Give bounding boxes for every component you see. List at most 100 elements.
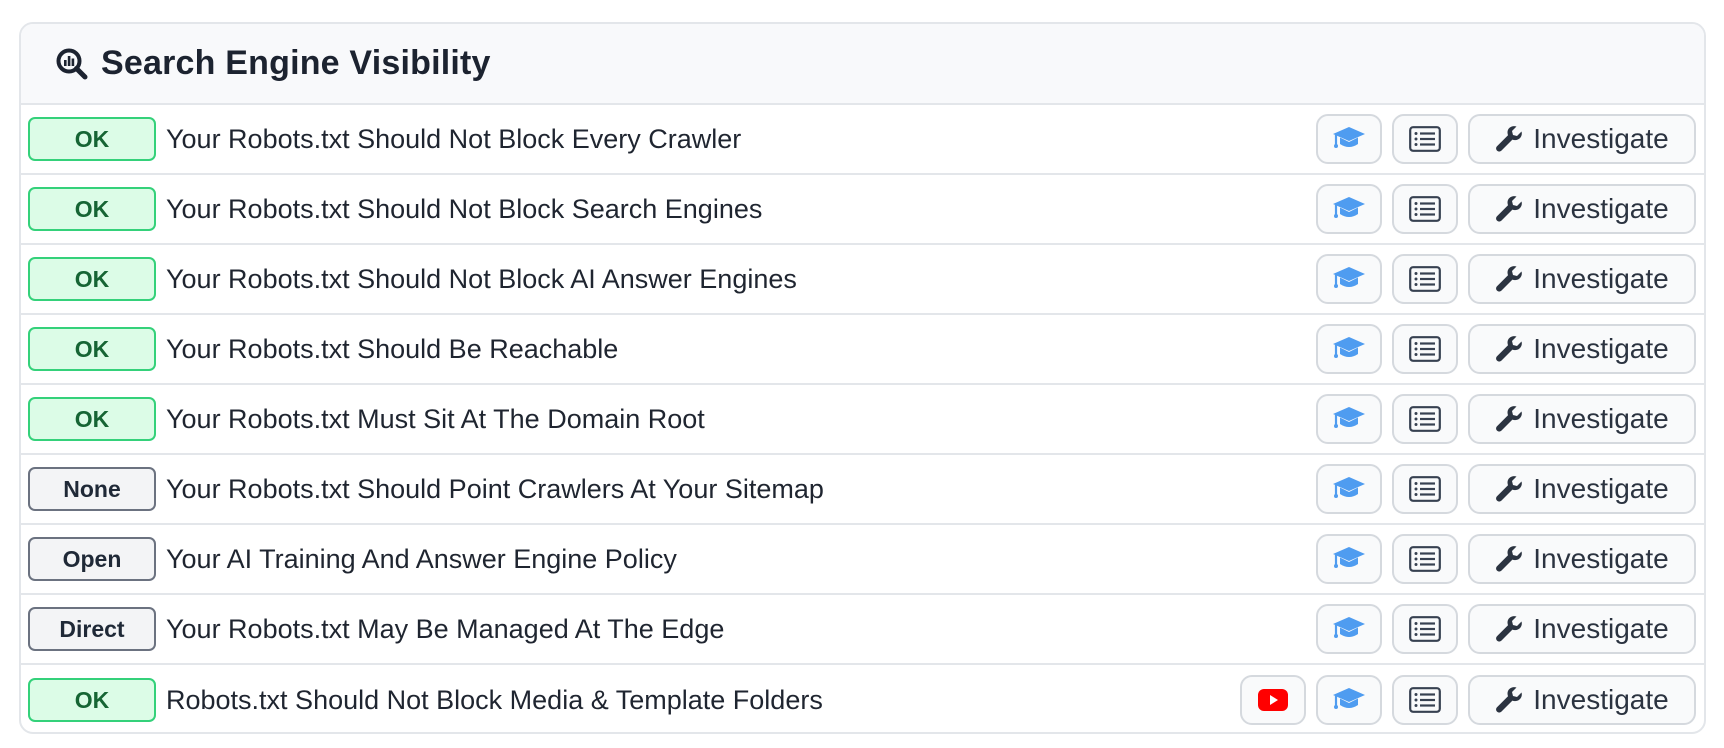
learn-button[interactable] [1316, 464, 1382, 514]
check-row: OK Robots.txt Should Not Block Media & T… [21, 665, 1704, 732]
graduation-cap-icon [1333, 477, 1365, 498]
learn-button[interactable] [1316, 675, 1382, 725]
investigate-label: Investigate [1533, 123, 1669, 154]
wrench-icon [1496, 336, 1523, 362]
details-button[interactable] [1392, 534, 1458, 584]
search-engine-visibility-panel: Search Engine Visibility OK Your Robots.… [19, 22, 1706, 734]
investigate-button[interactable]: Investigate [1468, 114, 1696, 164]
check-row: OK Your Robots.txt Should Not Block Sear… [21, 175, 1704, 245]
investigate-label: Investigate [1533, 543, 1669, 574]
graduation-cap-icon [1333, 688, 1365, 709]
wrench-icon [1496, 196, 1523, 222]
investigate-label: Investigate [1533, 403, 1669, 434]
check-label: Robots.txt Should Not Block Media & Temp… [166, 684, 823, 715]
check-row: OK Your Robots.txt Must Sit At The Domai… [21, 385, 1704, 455]
wrench-icon [1496, 476, 1523, 502]
check-label: Your Robots.txt May Be Managed At The Ed… [166, 613, 725, 644]
details-button[interactable] [1392, 675, 1458, 725]
row-actions: Investigate [1316, 525, 1696, 593]
investigate-label: Investigate [1533, 684, 1669, 715]
status-badge: Open [28, 537, 156, 581]
check-label: Your Robots.txt Should Be Reachable [166, 333, 619, 364]
row-actions: Investigate [1240, 665, 1696, 732]
status-badge: OK [28, 327, 156, 371]
graduation-cap-icon [1333, 337, 1365, 358]
learn-button[interactable] [1316, 254, 1382, 304]
check-row: Direct Your Robots.txt May Be Managed At… [21, 595, 1704, 665]
graduation-cap-icon [1333, 617, 1365, 638]
youtube-icon [1258, 689, 1288, 711]
wrench-icon [1496, 406, 1523, 432]
wrench-icon [1496, 266, 1523, 292]
check-label: Your Robots.txt Should Not Block Every C… [166, 123, 742, 154]
investigate-button[interactable]: Investigate [1468, 534, 1696, 584]
graduation-cap-icon [1333, 127, 1365, 148]
investigate-button[interactable]: Investigate [1468, 675, 1696, 725]
status-badge: Direct [28, 607, 156, 651]
status-badge: OK [28, 397, 156, 441]
details-button[interactable] [1392, 254, 1458, 304]
investigate-button[interactable]: Investigate [1468, 604, 1696, 654]
check-label: Your AI Training And Answer Engine Polic… [166, 543, 677, 574]
details-button[interactable] [1392, 184, 1458, 234]
graduation-cap-icon [1333, 197, 1365, 218]
learn-button[interactable] [1316, 114, 1382, 164]
investigate-button[interactable]: Investigate [1468, 394, 1696, 444]
investigate-button[interactable]: Investigate [1468, 324, 1696, 374]
row-actions: Investigate [1316, 455, 1696, 523]
list-icon [1409, 196, 1441, 222]
list-icon [1409, 336, 1441, 362]
check-label: Your Robots.txt Should Not Block AI Answ… [166, 263, 797, 294]
details-button[interactable] [1392, 114, 1458, 164]
status-badge: OK [28, 187, 156, 231]
status-badge: OK [28, 117, 156, 161]
investigate-button[interactable]: Investigate [1468, 254, 1696, 304]
investigate-label: Investigate [1533, 333, 1669, 364]
panel-title: Search Engine Visibility [101, 44, 491, 82]
row-actions: Investigate [1316, 245, 1696, 313]
details-button[interactable] [1392, 604, 1458, 654]
list-icon [1409, 476, 1441, 502]
check-label: Your Robots.txt Should Not Block Search … [166, 193, 763, 224]
investigate-button[interactable]: Investigate [1468, 184, 1696, 234]
investigate-button[interactable]: Investigate [1468, 464, 1696, 514]
list-icon [1409, 616, 1441, 642]
row-actions: Investigate [1316, 385, 1696, 453]
list-icon [1409, 546, 1441, 572]
status-badge: OK [28, 257, 156, 301]
list-icon [1409, 687, 1441, 713]
details-button[interactable] [1392, 394, 1458, 444]
learn-button[interactable] [1316, 394, 1382, 444]
check-row: None Your Robots.txt Should Point Crawle… [21, 455, 1704, 525]
check-row: OK Your Robots.txt Should Not Block Ever… [21, 105, 1704, 175]
checks-list: OK Your Robots.txt Should Not Block Ever… [21, 105, 1704, 732]
search-analytics-icon [55, 47, 89, 81]
graduation-cap-icon [1333, 547, 1365, 568]
details-button[interactable] [1392, 324, 1458, 374]
list-icon [1409, 266, 1441, 292]
list-icon [1409, 406, 1441, 432]
row-actions: Investigate [1316, 175, 1696, 243]
check-label: Your Robots.txt Must Sit At The Domain R… [166, 403, 705, 434]
status-badge: None [28, 467, 156, 511]
check-row: Open Your AI Training And Answer Engine … [21, 525, 1704, 595]
graduation-cap-icon [1333, 407, 1365, 428]
watch-video-button[interactable] [1240, 675, 1306, 725]
learn-button[interactable] [1316, 604, 1382, 654]
wrench-icon [1496, 546, 1523, 572]
investigate-label: Investigate [1533, 613, 1669, 644]
learn-button[interactable] [1316, 184, 1382, 234]
check-label: Your Robots.txt Should Point Crawlers At… [166, 473, 824, 504]
check-row: OK Your Robots.txt Should Be Reachable I… [21, 315, 1704, 385]
investigate-label: Investigate [1533, 473, 1669, 504]
investigate-label: Investigate [1533, 193, 1669, 224]
learn-button[interactable] [1316, 534, 1382, 584]
learn-button[interactable] [1316, 324, 1382, 374]
wrench-icon [1496, 126, 1523, 152]
wrench-icon [1496, 616, 1523, 642]
investigate-label: Investigate [1533, 263, 1669, 294]
row-actions: Investigate [1316, 315, 1696, 383]
details-button[interactable] [1392, 464, 1458, 514]
row-actions: Investigate [1316, 105, 1696, 173]
panel-header: Search Engine Visibility [21, 24, 1704, 105]
